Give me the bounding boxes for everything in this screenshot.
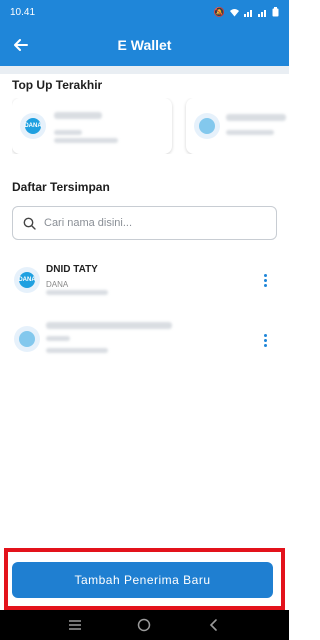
more-options-icon[interactable] — [257, 328, 273, 352]
signal-icon — [244, 9, 252, 17]
redacted-number — [54, 138, 118, 143]
home-button[interactable] — [132, 613, 156, 637]
battery-icon — [272, 7, 279, 17]
signal-icon-2 — [258, 9, 266, 17]
redacted-name — [54, 112, 102, 119]
wallet-logo-icon: DANA — [18, 272, 36, 288]
add-recipient-button[interactable]: Tambah Penerima Baru — [12, 562, 273, 598]
status-icons: 🔕 — [214, 7, 279, 17]
redacted-number — [46, 290, 108, 295]
status-bar: 10.41 🔕 — [0, 0, 289, 24]
arrow-left-icon — [14, 39, 28, 51]
list-item[interactable]: DANA DNID TATY DANA — [0, 258, 289, 312]
app-header: E Wallet — [0, 24, 289, 66]
wallet-logo-icon: DANA — [24, 118, 42, 134]
header-divider — [0, 66, 289, 74]
avatar: DANA — [14, 267, 40, 293]
avatar — [194, 113, 220, 139]
recent-card[interactable] — [186, 98, 289, 154]
recent-section-title: Top Up Terakhir — [12, 78, 103, 92]
page-title: E Wallet — [117, 37, 172, 53]
mute-icon: 🔕 — [213, 6, 225, 17]
system-nav-bar — [0, 610, 289, 640]
saved-item-wallet: DANA — [46, 280, 69, 289]
recent-list[interactable]: DANA — [12, 98, 289, 154]
search-input[interactable] — [44, 217, 244, 229]
system-back-button[interactable] — [202, 613, 226, 637]
saved-item-name: DNID TATY — [46, 264, 98, 275]
avatar: DANA — [20, 113, 46, 139]
search-icon — [23, 217, 36, 230]
more-options-icon[interactable] — [257, 268, 273, 292]
chevron-left-icon — [210, 619, 217, 631]
redacted-number — [46, 348, 108, 353]
redacted-detail — [226, 130, 274, 135]
list-item[interactable] — [0, 314, 289, 368]
wallet-logo-icon — [19, 331, 35, 347]
redacted-name — [226, 114, 286, 121]
status-time: 10.41 — [10, 6, 36, 18]
avatar — [14, 326, 40, 352]
back-button[interactable] — [8, 32, 34, 58]
recent-apps-button[interactable] — [63, 613, 87, 637]
menu-icon — [68, 620, 81, 630]
wifi-icon — [230, 8, 239, 16]
search-field[interactable] — [12, 206, 277, 240]
home-circle-icon — [138, 618, 151, 632]
recent-card[interactable]: DANA — [12, 98, 172, 154]
redacted-detail — [46, 336, 70, 341]
redacted-detail — [54, 130, 82, 135]
wallet-logo-icon — [199, 118, 215, 134]
redacted-name — [46, 322, 172, 329]
saved-section-title: Daftar Tersimpan — [12, 180, 110, 194]
